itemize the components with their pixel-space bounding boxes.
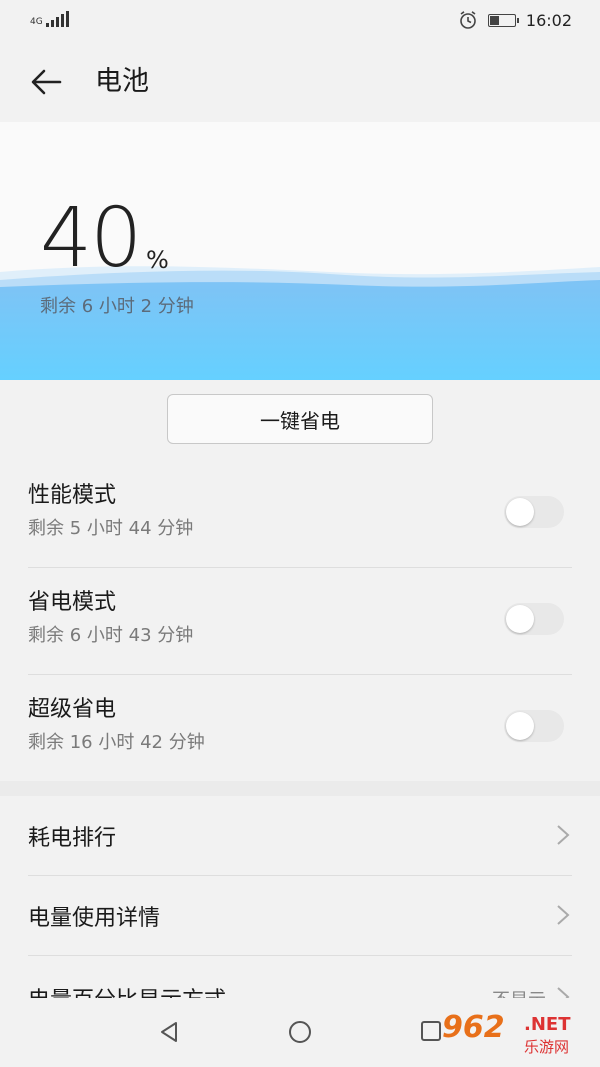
mode-row-ultra-saving[interactable]: 超级省电 剩余 16 小时 42 分钟 <box>0 675 600 782</box>
network-type: 4G <box>30 17 43 27</box>
mode-row-performance[interactable]: 性能模式 剩余 5 小时 44 分钟 <box>0 461 600 568</box>
section-gap <box>0 781 600 796</box>
toggle-knob <box>506 712 534 740</box>
signal-icon <box>45 11 69 27</box>
menu-item-power-ranking[interactable]: 耗电排行 <box>0 796 600 876</box>
menu-label: 电量使用详情 <box>28 906 161 931</box>
watermark-logo: 962 <box>442 1010 505 1045</box>
menu-label: 耗电排行 <box>28 826 117 851</box>
site-watermark: 962 .NET 乐游网 <box>442 1010 592 1060</box>
ultra-saving-mode-toggle[interactable] <box>504 710 564 742</box>
toggle-knob <box>506 605 534 633</box>
battery-fill <box>489 15 500 25</box>
signal-indicator: 4G <box>30 11 69 27</box>
nav-back-icon[interactable] <box>158 1020 180 1044</box>
system-nav-bar: 962 .NET 乐游网 <box>0 998 600 1067</box>
arrow-left-icon[interactable] <box>28 64 64 100</box>
page-title: 电池 <box>95 66 149 97</box>
mode-title: 省电模式 <box>28 590 117 615</box>
mode-title: 超级省电 <box>28 697 117 722</box>
remaining-time: 剩余 6 小时 2 分钟 <box>40 296 194 317</box>
status-bar: 4G 16:02 <box>0 0 600 42</box>
menu-item-usage-details[interactable]: 电量使用详情 <box>0 876 600 956</box>
mode-title: 性能模式 <box>28 483 117 508</box>
clock: 16:02 <box>525 10 572 30</box>
watermark-net: .NET <box>524 1014 571 1035</box>
divider <box>28 955 572 956</box>
nav-home-icon[interactable] <box>288 1020 312 1044</box>
mode-remaining: 剩余 5 小时 44 分钟 <box>28 518 194 539</box>
performance-mode-toggle[interactable] <box>504 496 564 528</box>
toggle-knob <box>506 498 534 526</box>
power-saving-mode-toggle[interactable] <box>504 603 564 635</box>
percent-unit: % <box>146 246 169 274</box>
watermark-sub: 乐游网 <box>524 1038 570 1056</box>
one-key-save-button[interactable]: 一键省电 <box>167 394 433 444</box>
alarm-icon <box>460 11 476 29</box>
mode-row-power-saving[interactable]: 省电模式 剩余 6 小时 43 分钟 <box>0 568 600 675</box>
app-bar: 电池 <box>0 42 600 122</box>
mode-remaining: 剩余 16 小时 42 分钟 <box>28 732 205 753</box>
nav-recent-icon[interactable] <box>420 1020 442 1042</box>
chevron-right-icon <box>557 905 570 925</box>
battery-icon <box>487 13 519 27</box>
chevron-right-icon <box>557 825 570 845</box>
mode-remaining: 剩余 6 小时 43 分钟 <box>28 625 194 646</box>
battery-hero: 40 % 剩余 6 小时 2 分钟 <box>0 122 600 380</box>
battery-percent: 40 <box>40 191 142 286</box>
